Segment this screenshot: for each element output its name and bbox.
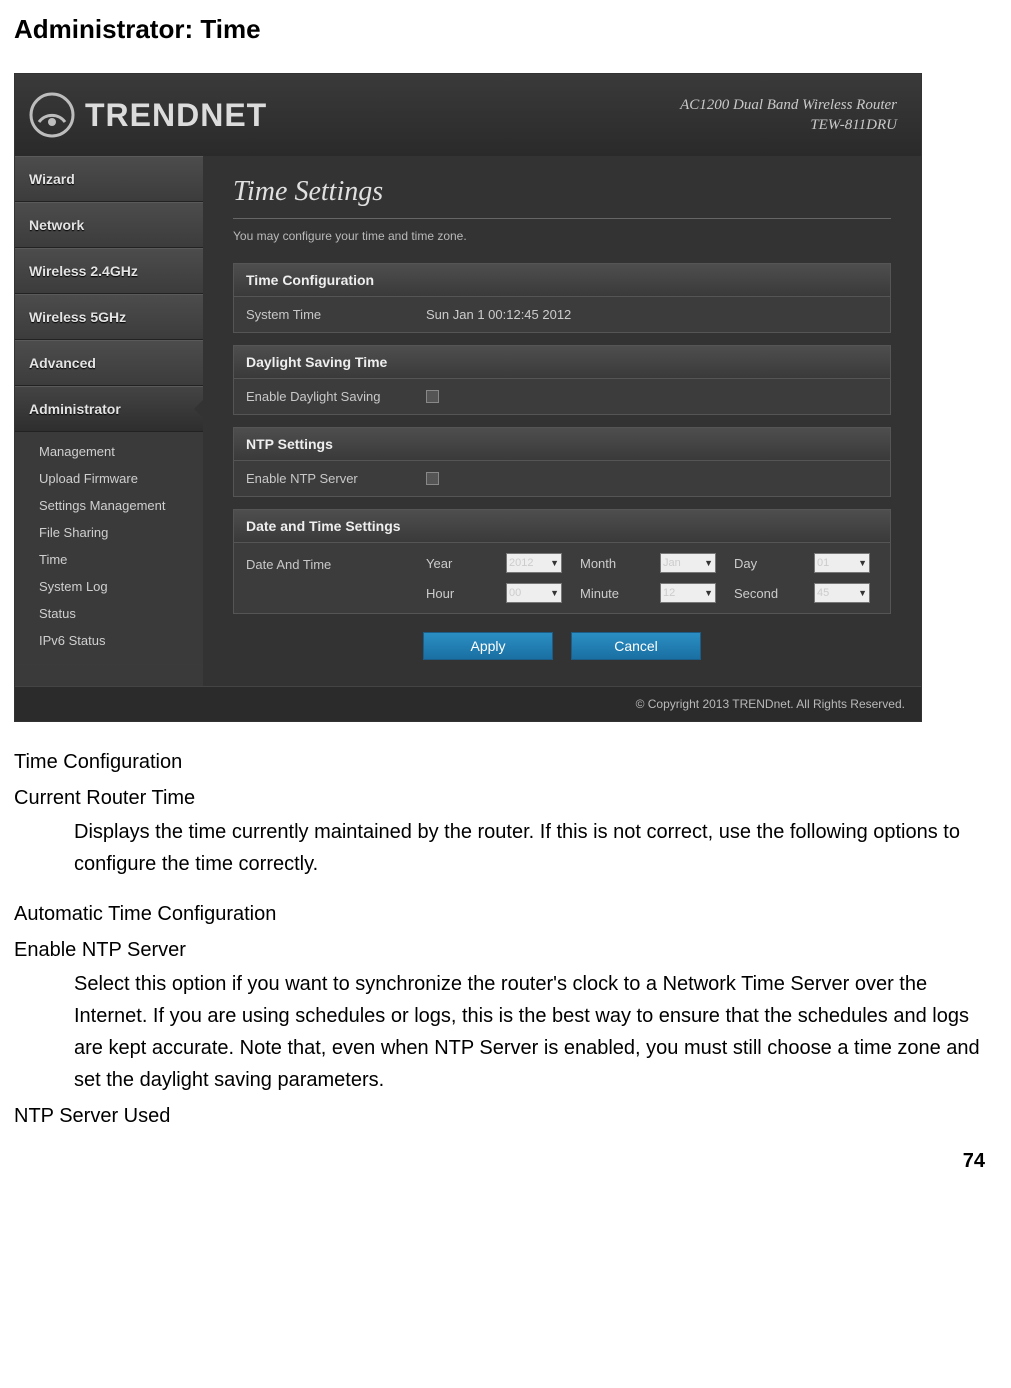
label-enable-dst: Enable Daylight Saving <box>246 389 414 404</box>
section-header-datetime: Date and Time Settings <box>234 510 890 543</box>
nav-advanced[interactable]: Advanced <box>15 340 203 386</box>
section-date-time-settings: Date and Time Settings Date And Time Yea… <box>233 509 891 614</box>
section-time-configuration: Time Configuration System Time Sun Jan 1… <box>233 263 891 333</box>
nav-wireless24[interactable]: Wireless 2.4GHz <box>15 248 203 294</box>
chevron-down-icon: ▼ <box>704 588 713 598</box>
label-enable-ntp: Enable NTP Server <box>246 471 414 486</box>
select-second[interactable]: 45▼ <box>814 583 870 603</box>
content-subtitle: You may configure your time and time zon… <box>233 229 891 243</box>
nav-wireless5[interactable]: Wireless 5GHz <box>15 294 203 340</box>
section-header-time-config: Time Configuration <box>234 264 890 297</box>
nav-sub-ipv6-status[interactable]: IPv6 Status <box>15 627 203 654</box>
page-title: Administrator: Time <box>14 14 993 45</box>
label-minute: Minute <box>580 586 650 601</box>
apply-button[interactable]: Apply <box>423 632 553 660</box>
label-date-and-time: Date And Time <box>246 553 414 572</box>
doc-item-title-enable-ntp: Enable NTP Server <box>14 934 993 966</box>
nav-sub-settings-management[interactable]: Settings Management <box>15 492 203 519</box>
label-year: Year <box>426 556 496 571</box>
page-number: 74 <box>14 1150 993 1173</box>
brand-text: TRENDNET <box>85 97 267 134</box>
checkbox-enable-dst[interactable] <box>426 390 439 403</box>
nav-sub-status[interactable]: Status <box>15 600 203 627</box>
device-name-line1: AC1200 Dual Band Wireless Router <box>680 95 897 115</box>
device-name-line2: TEW-811DRU <box>680 115 897 135</box>
doc-section-title-1: Time Configuration <box>14 746 993 778</box>
doc-item-title-current-router-time: Current Router Time <box>14 782 993 814</box>
router-header: TRENDNET AC1200 Dual Band Wireless Route… <box>15 74 921 156</box>
device-info: AC1200 Dual Band Wireless Router TEW-811… <box>680 95 897 136</box>
nav-network[interactable]: Network <box>15 202 203 248</box>
content-panel: Time Settings You may configure your tim… <box>203 156 921 686</box>
label-month: Month <box>580 556 650 571</box>
value-system-time: Sun Jan 1 00:12:45 2012 <box>426 307 571 322</box>
select-minute[interactable]: 12▼ <box>660 583 716 603</box>
nav-sub-items: Management Upload Firmware Settings Mana… <box>15 432 203 664</box>
chevron-down-icon: ▼ <box>858 588 867 598</box>
nav-wizard[interactable]: Wizard <box>15 156 203 202</box>
checkbox-enable-ntp[interactable] <box>426 472 439 485</box>
doc-item-body-enable-ntp: Select this option if you want to synchr… <box>74 968 993 1096</box>
document-body-text: Time Configuration Current Router Time D… <box>14 746 993 1132</box>
doc-item-title-ntp-server-used: NTP Server Used <box>14 1100 993 1132</box>
label-system-time: System Time <box>246 307 414 322</box>
nav-sub-time[interactable]: Time <box>15 546 203 573</box>
sidebar: Wizard Network Wireless 2.4GHz Wireless … <box>15 156 203 686</box>
section-daylight-saving: Daylight Saving Time Enable Daylight Sav… <box>233 345 891 415</box>
label-hour: Hour <box>426 586 496 601</box>
router-screenshot: TRENDNET AC1200 Dual Band Wireless Route… <box>14 73 922 722</box>
section-ntp-settings: NTP Settings Enable NTP Server <box>233 427 891 497</box>
label-day: Day <box>734 556 804 571</box>
doc-item-body-current-router-time: Displays the time currently maintained b… <box>74 816 993 880</box>
select-year[interactable]: 2012▼ <box>506 553 562 573</box>
select-hour[interactable]: 00▼ <box>506 583 562 603</box>
section-header-ntp: NTP Settings <box>234 428 890 461</box>
chevron-down-icon: ▼ <box>858 558 867 568</box>
chevron-down-icon: ▼ <box>550 588 559 598</box>
select-day[interactable]: 01▼ <box>814 553 870 573</box>
nav-sub-management[interactable]: Management <box>15 438 203 465</box>
nav-sub-file-sharing[interactable]: File Sharing <box>15 519 203 546</box>
nav-administrator[interactable]: Administrator <box>15 386 203 432</box>
doc-section-title-2: Automatic Time Configuration <box>14 898 993 930</box>
select-month[interactable]: Jan▼ <box>660 553 716 573</box>
chevron-down-icon: ▼ <box>704 558 713 568</box>
label-second: Second <box>734 586 804 601</box>
content-title: Time Settings <box>233 176 891 219</box>
brand-logo: TRENDNET <box>29 92 267 138</box>
chevron-down-icon: ▼ <box>550 558 559 568</box>
router-footer-copyright: © Copyright 2013 TRENDnet. All Rights Re… <box>15 686 921 721</box>
section-header-dst: Daylight Saving Time <box>234 346 890 379</box>
nav-sub-system-log[interactable]: System Log <box>15 573 203 600</box>
cancel-button[interactable]: Cancel <box>571 632 701 660</box>
brand-icon <box>29 92 75 138</box>
nav-sub-upload-firmware[interactable]: Upload Firmware <box>15 465 203 492</box>
